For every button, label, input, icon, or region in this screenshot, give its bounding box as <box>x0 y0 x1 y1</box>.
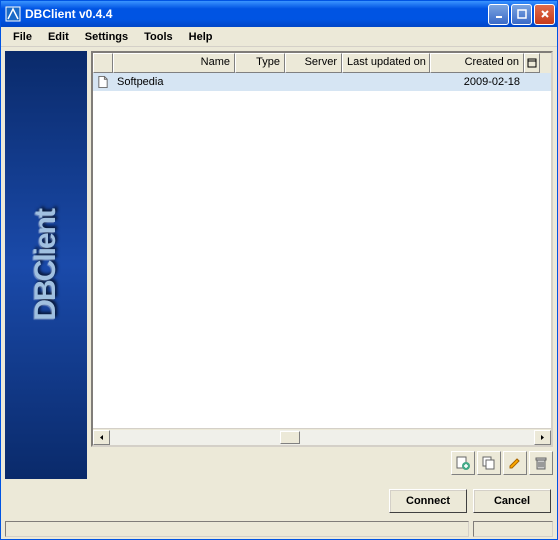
statusbar <box>1 519 557 539</box>
status-main <box>5 521 469 537</box>
content-area: DBClient Name Type Server Last updated o… <box>1 47 557 483</box>
cancel-button[interactable]: Cancel <box>473 489 551 513</box>
menubar: File Edit Settings Tools Help <box>1 27 557 47</box>
column-server[interactable]: Server <box>285 53 342 73</box>
titlebar[interactable]: DBClient v0.4.4 <box>1 1 557 27</box>
column-type[interactable]: Type <box>235 53 285 73</box>
status-right <box>473 521 553 537</box>
scroll-right-button[interactable] <box>534 430 551 445</box>
menu-edit[interactable]: Edit <box>40 29 77 45</box>
table-body[interactable]: Softpedia 2009-02-18 <box>93 73 551 428</box>
scroll-left-button[interactable] <box>93 430 110 445</box>
edit-button[interactable] <box>503 451 527 475</box>
window-title: DBClient v0.4.4 <box>25 7 488 21</box>
scroll-thumb[interactable] <box>280 431 300 444</box>
table-header: Name Type Server Last updated on Created… <box>93 53 551 73</box>
add-database-button[interactable] <box>451 451 475 475</box>
column-updated[interactable]: Last updated on <box>342 53 430 73</box>
cell-type <box>235 81 285 83</box>
cell-created: 2009-02-18 <box>430 75 524 89</box>
minimize-button[interactable] <box>488 4 509 25</box>
maximize-button[interactable] <box>511 4 532 25</box>
delete-button[interactable] <box>529 451 553 475</box>
column-name[interactable]: Name <box>113 53 235 73</box>
file-icon <box>93 74 113 90</box>
horizontal-scrollbar[interactable] <box>93 428 551 445</box>
column-icon[interactable] <box>93 53 113 73</box>
table-row[interactable]: Softpedia 2009-02-18 <box>93 73 551 91</box>
menu-help[interactable]: Help <box>181 29 221 45</box>
app-icon <box>5 6 21 22</box>
cell-updated <box>342 81 430 83</box>
column-created[interactable]: Created on <box>430 53 524 73</box>
copy-button[interactable] <box>477 451 501 475</box>
cell-server <box>285 81 342 83</box>
database-table: Name Type Server Last updated on Created… <box>91 51 553 447</box>
menu-settings[interactable]: Settings <box>77 29 136 45</box>
window-controls <box>488 4 555 25</box>
column-picker[interactable] <box>524 53 540 73</box>
toolbar <box>91 447 553 479</box>
close-button[interactable] <box>534 4 555 25</box>
sidebar-logo-text: DBClient <box>29 210 63 321</box>
connect-button[interactable]: Connect <box>389 489 467 513</box>
cell-name: Softpedia <box>113 75 235 89</box>
menu-tools[interactable]: Tools <box>136 29 181 45</box>
scroll-track[interactable] <box>110 430 534 445</box>
main-window: DBClient v0.4.4 File Edit Settings Tools… <box>0 0 558 540</box>
main-panel: Name Type Server Last updated on Created… <box>91 51 553 479</box>
sidebar: DBClient <box>5 51 87 479</box>
menu-file[interactable]: File <box>5 29 40 45</box>
dialog-buttons: Connect Cancel <box>1 483 557 519</box>
